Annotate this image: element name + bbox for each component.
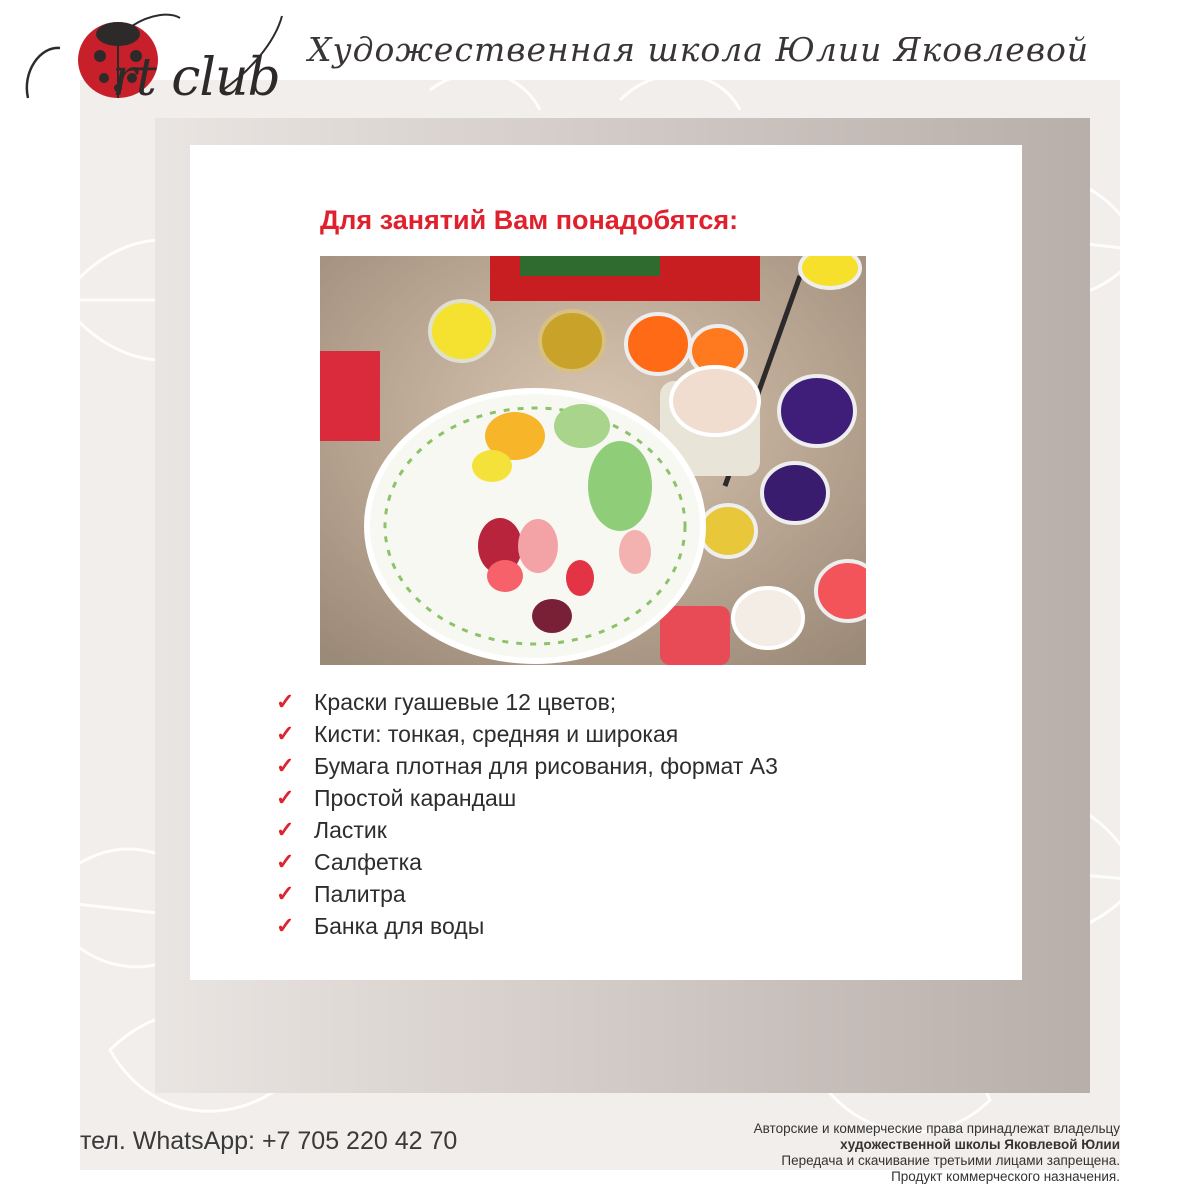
list-item: ✓ Палитра: [276, 880, 406, 907]
list-item: ✓ Краски гуашевые 12 цветов;: [276, 688, 617, 715]
page-heading: Для занятий Вам понадобятся:: [320, 205, 739, 235]
school-name: Художественная школа Юлии Яковлевой: [308, 30, 1090, 69]
list-item: ✓ Кисти: тонкая, средняя и широкая: [276, 720, 679, 747]
list-item: ✓ Ластик: [276, 816, 387, 843]
check-icon: ✓: [276, 785, 295, 810]
list-item: ✓ Салфетка: [276, 848, 422, 875]
check-icon: ✓: [276, 721, 295, 746]
materials-photo: [320, 256, 866, 665]
materials-list: ✓ Краски гуашевые 12 цветов; ✓ Кисти: тонк…: [276, 686, 778, 942]
check-icon: ✓: [276, 849, 295, 874]
check-icon: ✓: [276, 881, 295, 906]
list-item: ✓ Банка для воды: [276, 912, 485, 939]
check-icon: ✓: [276, 817, 295, 842]
logo-text: rt club: [112, 48, 281, 108]
copyright-notice: Авторские и коммерческие права принадлеж…: [753, 1121, 1120, 1184]
phone-number: тел. WhatsApp: +7 705 220 42 70: [80, 1127, 458, 1155]
check-icon: ✓: [276, 689, 295, 714]
check-icon: ✓: [276, 753, 295, 778]
paints-palette-image: [320, 256, 866, 665]
check-icon: ✓: [276, 913, 295, 938]
art-club-logo: rt club: [20, 12, 290, 122]
list-item: ✓ Бумага плотная для рисования, формат А3: [276, 752, 778, 779]
list-item: ✓ Простой карандаш: [276, 784, 517, 811]
